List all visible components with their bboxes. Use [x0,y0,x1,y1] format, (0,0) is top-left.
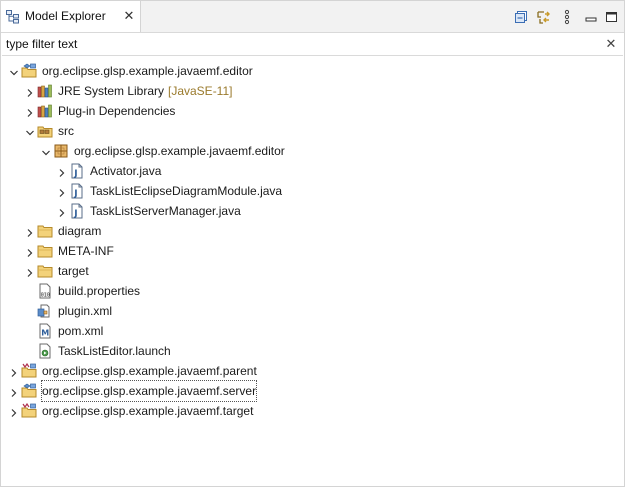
maximize-icon[interactable] [604,9,620,25]
tree-item-label: TaskListEditor.launch [58,344,171,358]
tree-item-label: org.eclipse.glsp.example.javaemf.target [42,404,254,418]
properties-file-icon: 010 [37,283,53,299]
view-tab-bar: Model Explorer ✕ [1,1,624,33]
tree-item[interactable]: 010 build.properties [1,281,624,301]
tree-item-label: TaskListServerManager.java [90,204,241,218]
chevron-down-icon[interactable] [40,145,52,157]
tree-item-label: org.eclipse.glsp.example.javaemf.editor [42,64,253,78]
chevron-right-icon[interactable] [8,385,20,397]
tree-item[interactable]: org.eclipse.glsp.example.javaemf.parent [1,361,624,381]
tree-item-label: org.eclipse.glsp.example.javaemf.parent [42,364,257,378]
java-file-icon: J [69,163,85,179]
model-explorer-view: Model Explorer ✕ type filter text ✕ org.… [0,0,625,487]
filter-input[interactable] [6,35,602,52]
tree-item-label: org.eclipse.glsp.example.javaemf.editor [74,144,285,158]
folder-icon [37,223,53,239]
chevron-right-icon[interactable] [24,85,36,97]
chevron-right-icon[interactable] [8,365,20,377]
chevron-right-icon[interactable] [56,165,68,177]
tree-item[interactable]: Mpom.xml [1,321,624,341]
plugin-xml-icon [37,303,53,319]
folder-icon [37,243,53,259]
library-icon [37,103,53,119]
chevron-right-icon[interactable] [24,225,36,237]
filter-bar: ✕ [2,33,623,56]
tree-item[interactable]: META-INF [1,241,624,261]
kebab-menu-icon[interactable] [559,9,575,25]
tree-item[interactable]: TaskListEditor.launch [1,341,624,361]
chevron-down-icon[interactable] [24,125,36,137]
chevron-right-icon[interactable] [56,185,68,197]
svg-text:J: J [73,209,77,219]
tree-item[interactable]: src [1,121,624,141]
tree-item-decoration: [JavaSE-11] [168,84,233,98]
model-explorer-icon [6,10,20,24]
tree-item-label: Plug-in Dependencies [58,104,176,118]
tree-item-label: org.eclipse.glsp.example.javaemf.server [40,380,258,402]
chevron-down-icon[interactable] [8,65,20,77]
svg-text:010: 010 [41,293,50,299]
source-folder-icon [37,123,53,139]
tree-item[interactable]: J Activator.java [1,161,624,181]
tree-item-label: diagram [58,224,102,238]
minimize-icon[interactable] [583,9,599,25]
link-with-editor-icon[interactable] [536,9,552,25]
tree-item[interactable]: J TaskListEclipseDiagramModule.java [1,181,624,201]
tree-item-label: build.properties [58,284,141,298]
tree-item[interactable]: target [1,261,624,281]
tree-item[interactable]: org.eclipse.glsp.example.javaemf.editor [1,141,624,161]
tab-title: Model Explorer [25,9,106,23]
clear-filter-icon[interactable]: ✕ [605,36,617,51]
maven-project-icon [21,402,37,419]
close-icon[interactable]: ✕ [123,9,135,23]
chevron-right-icon[interactable] [24,105,36,117]
tree-item[interactable]: org.eclipse.glsp.example.javaemf.editor [1,61,624,81]
tree-item[interactable]: org.eclipse.glsp.example.javaemf.server [1,380,624,402]
model-explorer-tab[interactable]: Model Explorer ✕ [1,1,141,32]
chevron-right-icon[interactable] [24,265,36,277]
svg-text:J: J [73,169,77,179]
chevron-right-icon[interactable] [24,245,36,257]
maven-project-icon [21,362,37,379]
tree-item-label: META-INF [58,244,114,258]
tree-item[interactable]: Plug-in Dependencies [1,101,624,121]
tree-item-label: plugin.xml [58,304,113,318]
svg-text:M: M [41,329,49,338]
chevron-right-icon[interactable] [56,205,68,217]
folder-icon [37,263,53,279]
java-file-icon: J [69,183,85,199]
tree-item-label: src [58,124,74,138]
tree-item-label: pom.xml [58,324,104,338]
package-icon [53,143,69,159]
library-icon [37,83,53,99]
chevron-right-icon[interactable] [8,405,20,417]
tree-item-label: target [58,264,89,278]
tree-item-label: Activator.java [90,164,162,178]
java-file-icon: J [69,203,85,219]
tree-item[interactable]: org.eclipse.glsp.example.javaemf.target [1,401,624,421]
maven-pom-icon: M [37,323,53,339]
tree-item-label: JRE System Library [58,84,165,98]
tree-item[interactable]: J TaskListServerManager.java [1,201,624,221]
tree-item-label: TaskListEclipseDiagramModule.java [90,184,283,198]
collapse-all-icon[interactable] [513,9,529,25]
tree-item[interactable]: JRE System Library [JavaSE-11] [1,81,624,101]
launch-config-icon [37,343,53,359]
java-project-icon [21,383,37,399]
java-project-icon [21,63,37,79]
svg-text:J: J [73,189,77,199]
tree-item[interactable]: diagram [1,221,624,241]
tree-item[interactable]: plugin.xml [1,301,624,321]
